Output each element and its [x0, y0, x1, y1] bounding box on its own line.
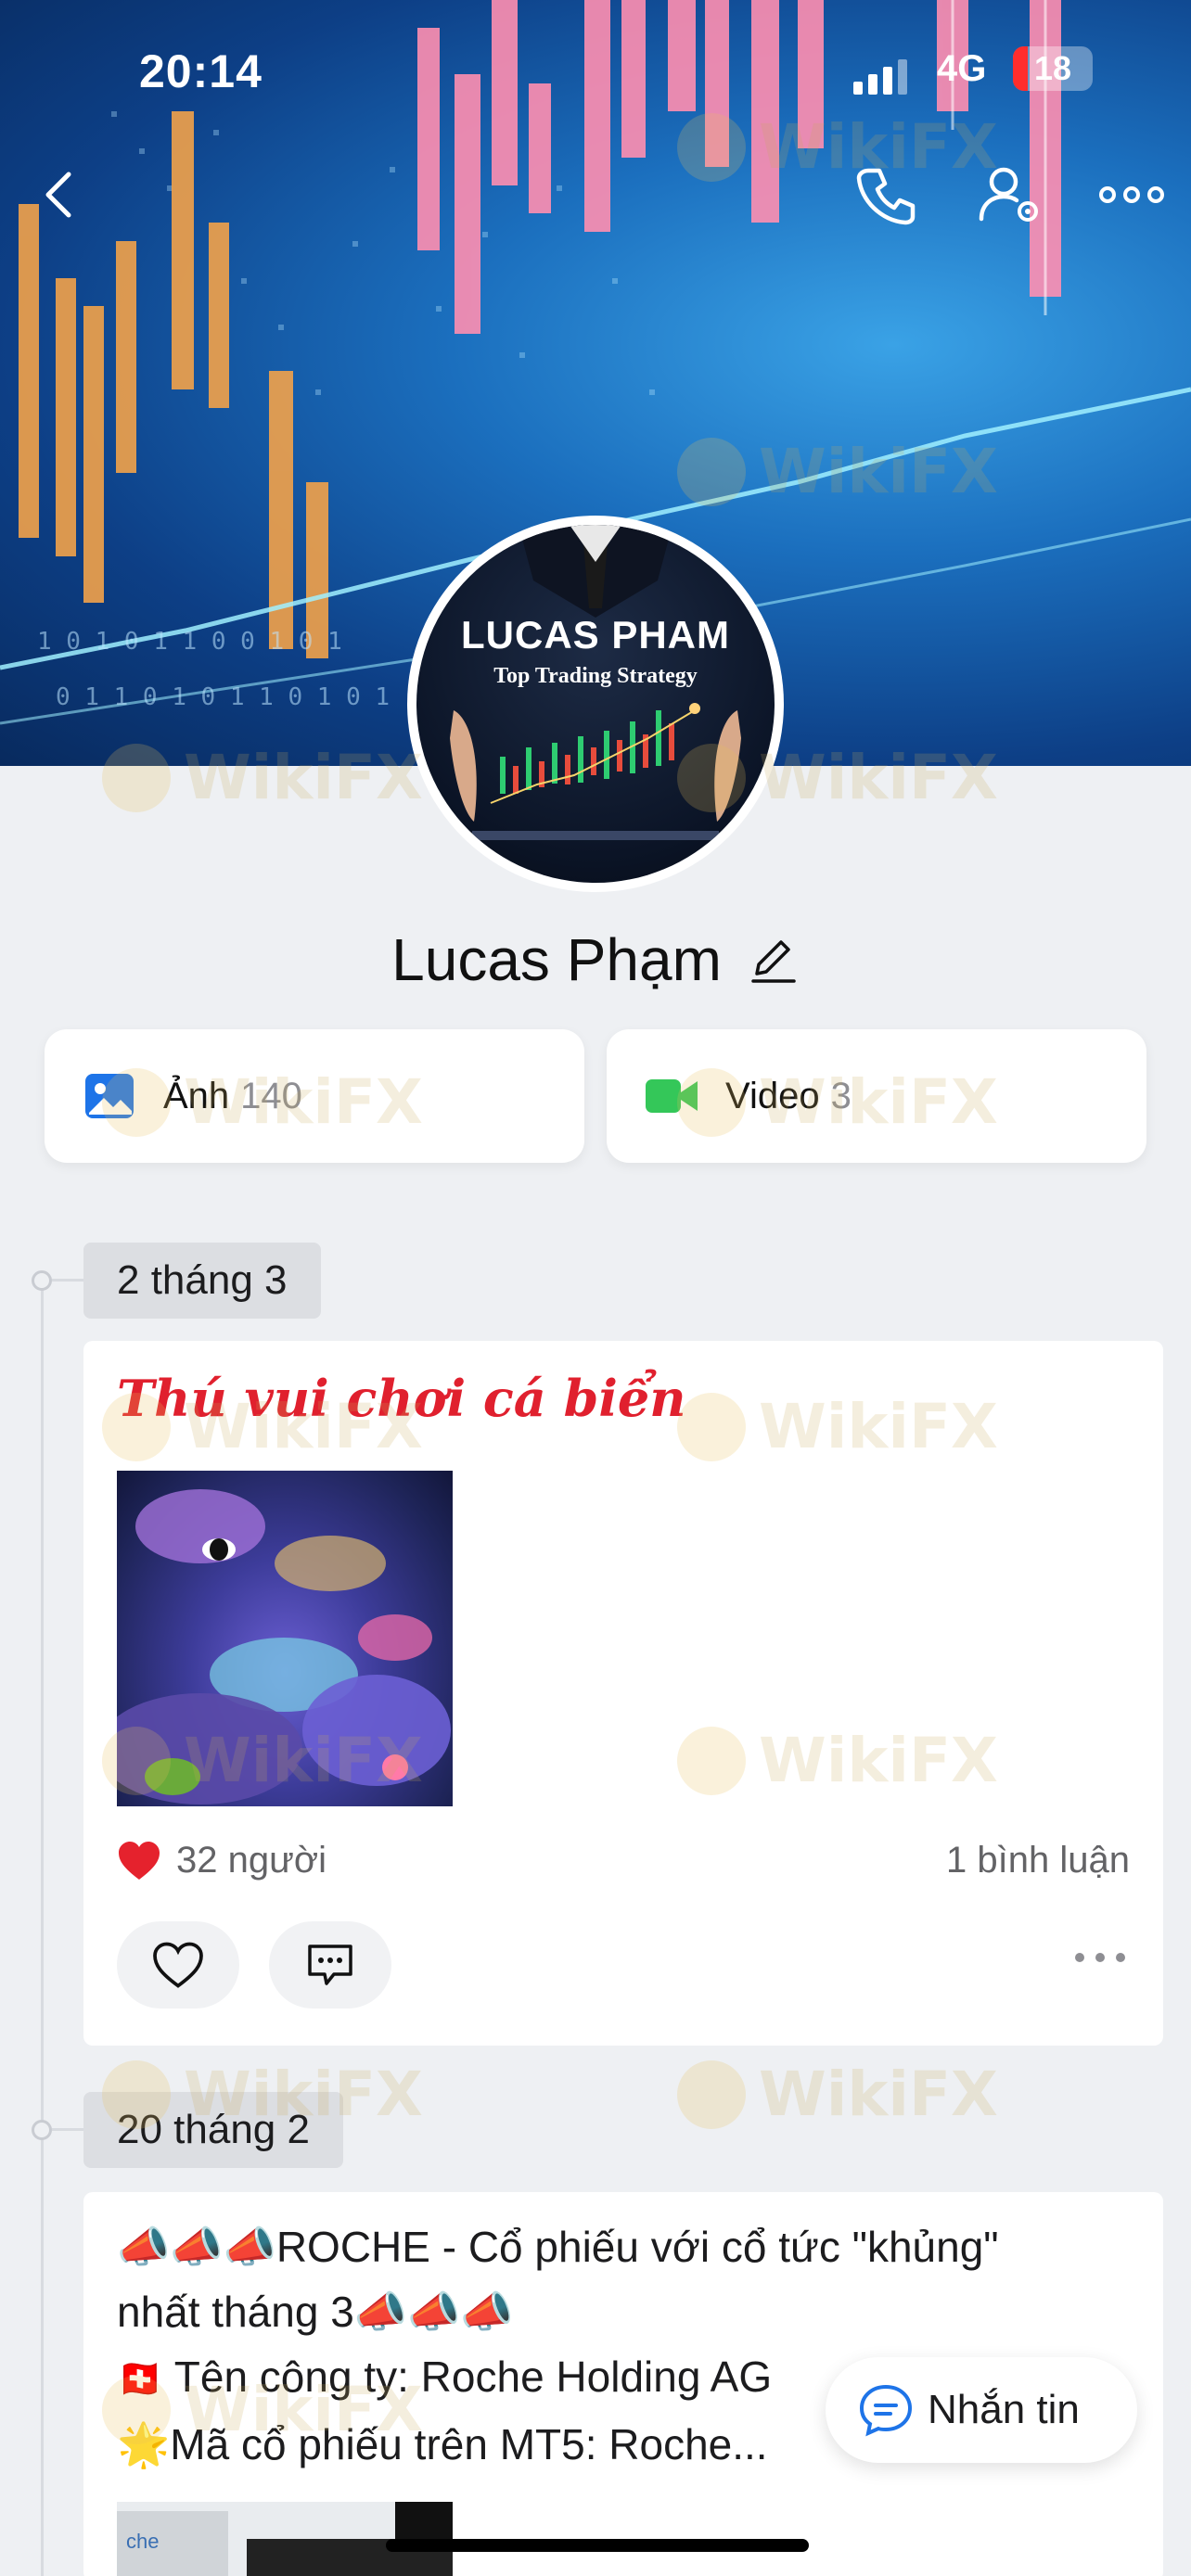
home-indicator[interactable]	[386, 2539, 809, 2552]
back-button[interactable]	[24, 158, 98, 232]
photos-label: Ảnh	[163, 1075, 230, 1116]
post-photo[interactable]	[117, 1471, 453, 1806]
battery-icon: 18	[1013, 46, 1093, 91]
aquarium-image	[117, 1489, 451, 1804]
likes-summary[interactable]: 32 người	[117, 1840, 327, 1881]
videos-count: 3	[830, 1075, 852, 1116]
battery-level: 18	[1033, 49, 1072, 87]
timeline-connector	[52, 2128, 83, 2131]
cellular-signal-icon	[853, 59, 907, 95]
call-button[interactable]	[848, 158, 922, 232]
timeline-line	[41, 1280, 44, 2576]
photos-count: 140	[240, 1075, 302, 1116]
avatar-subtitle: Top Trading Strategy	[493, 664, 698, 688]
avatar-title: LUCAS PHAM	[461, 613, 730, 657]
more-icon	[1099, 186, 1164, 203]
videos-card[interactable]: Video 3	[607, 1029, 1146, 1163]
profile-name-row: Lucas Phạm	[0, 918, 1191, 1001]
star-icon: 🌟	[117, 2420, 171, 2468]
like-button[interactable]	[117, 1921, 239, 2009]
post-card[interactable]: Thú vui chơi cá biển 32 người 1 bình luậ…	[83, 1341, 1163, 2046]
phone-icon	[856, 168, 916, 225]
comment-button[interactable]	[269, 1921, 391, 2009]
post-more-icon[interactable]	[1074, 1951, 1126, 1964]
heart-filled-icon	[119, 1841, 160, 1880]
edit-name-icon[interactable]	[746, 933, 800, 987]
svg-text:1 0 1 0 1 1 0 0 1 0 1: 1 0 1 0 1 1 0 0 1 0 1	[37, 628, 342, 656]
photos-card[interactable]: Ảnh 140	[45, 1029, 584, 1163]
date-chip: 2 tháng 3	[83, 1243, 321, 1319]
timeline-dot	[32, 2120, 52, 2140]
message-button[interactable]: Nhắn tin	[826, 2357, 1137, 2463]
profile-name: Lucas Phạm	[391, 926, 722, 993]
comments-count[interactable]: 1 bình luận	[946, 1840, 1130, 1881]
photo-icon	[85, 1074, 134, 1118]
status-bar: 20:14 4G 18	[0, 37, 1191, 102]
timeline-dot	[32, 1270, 52, 1291]
post-text-ticker: Mã cổ phiếu trên MT5: Roche...	[170, 2420, 768, 2468]
timeline-connector	[52, 1279, 83, 1282]
back-icon	[45, 172, 71, 218]
post-text-company: Tên công ty: Roche Holding AG	[173, 2353, 773, 2401]
avatar[interactable]: LUCAS PHAM Top Trading Strategy	[407, 516, 784, 892]
network-type: 4G	[937, 48, 987, 89]
message-button-label: Nhắn tin	[928, 2387, 1080, 2432]
heart-icon	[153, 1942, 203, 1988]
status-time: 20:14	[139, 45, 263, 97]
profile-settings-button[interactable]	[972, 158, 1046, 232]
videos-label: Video	[725, 1075, 820, 1116]
video-icon	[646, 1079, 698, 1113]
swiss-flag-icon: 🇨🇭	[117, 2359, 163, 2400]
post-text-line: 📣📣📣ROCHE - Cổ phiếu với cổ tức "khủng"	[117, 2223, 999, 2271]
post-text-line: nhất tháng 3📣📣📣	[117, 2288, 514, 2336]
profile-settings-icon	[979, 167, 1038, 222]
likes-count: 32 người	[176, 1840, 327, 1881]
date-chip: 20 tháng 2	[83, 2092, 343, 2168]
svg-text:che: che	[126, 2530, 159, 2553]
more-options-button[interactable]	[1095, 158, 1169, 232]
comment-icon	[308, 1945, 352, 1985]
watermark: WikiFX	[677, 2059, 998, 2130]
svg-text:0 1 1 0 1 0 1 1 0 1 0 1: 0 1 1 0 1 0 1 1 0 1 0 1	[56, 683, 390, 711]
avatar-image: LUCAS PHAM Top Trading Strategy	[416, 525, 775, 883]
avatar-graphic	[450, 525, 741, 840]
post-title: Thú vui chơi cá biển	[117, 1369, 686, 1428]
chat-bubble-icon	[859, 2384, 913, 2437]
